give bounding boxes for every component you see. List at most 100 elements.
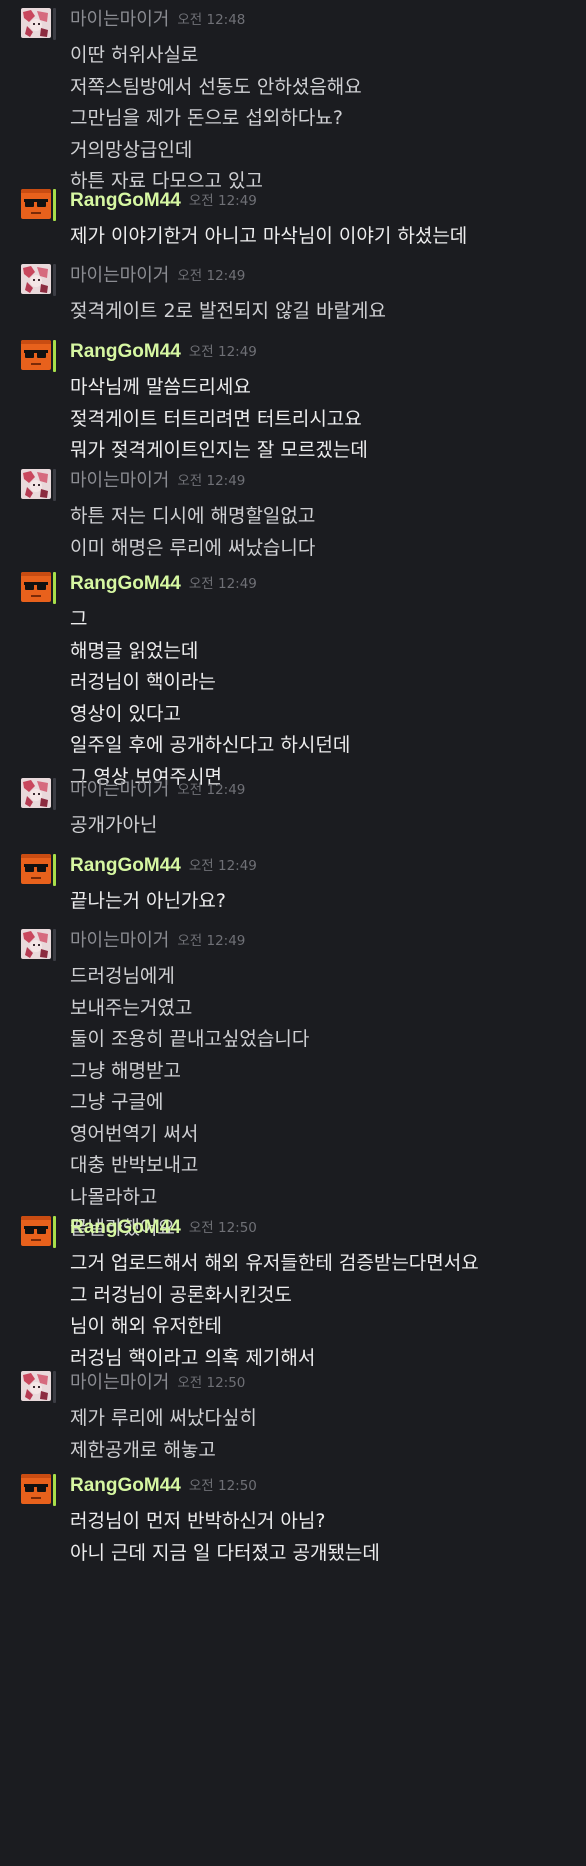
sunglasses-avatar-icon bbox=[21, 572, 51, 602]
message-lines: 이딴 허위사실로저쪽스팀방에서 선동도 안하셨음해요그만님을 제가 돈으로 섭외… bbox=[70, 40, 580, 198]
message-group: RangGoM44 오전 12:49 끝나는거 아닌가요? bbox=[0, 854, 586, 918]
message-line: 하튼 저는 디시에 해명할일없고 bbox=[70, 505, 316, 527]
message-header: 마이는마이거 오전 12:49 bbox=[70, 264, 245, 288]
message-header: RangGoM44 오전 12:50 bbox=[70, 1474, 257, 1498]
sunglasses-avatar-icon bbox=[21, 854, 51, 884]
avatar-accent-bar bbox=[53, 189, 56, 221]
message-line: 젖격게이트 터트리려면 터트리시고요 bbox=[70, 407, 362, 430]
message-lines: 공개가아닌 bbox=[70, 810, 580, 842]
username[interactable]: RangGoM44 bbox=[70, 340, 181, 364]
message-group: RangGoM44 오전 12:50 러겅님이 먼저 반박하신거 아님? 아니 근데 … bbox=[0, 1474, 586, 1569]
message-line: 마삭님께 말씀드리세요 bbox=[70, 376, 251, 398]
message-lines: 러겅님이 먼저 반박하신거 아님? 아니 근데 지금 일 다터졌고 공개됐는데 bbox=[70, 1506, 580, 1569]
message-line: 보내주는거였고 bbox=[70, 996, 193, 1019]
message-line: 둘이 조용히 끝내고싶었습니다 bbox=[70, 1028, 310, 1050]
avatar-accent-bar bbox=[53, 340, 56, 372]
avatar-accent-bar bbox=[53, 572, 56, 604]
message-line: 이딴 허위사실로 bbox=[70, 44, 199, 66]
message-group: 마이는마이거 오전 12:50 제가 루리에 써났다싶히 제한공개로 해놓고 bbox=[0, 1371, 586, 1466]
timestamp: 오전 12:50 bbox=[188, 1220, 257, 1236]
message-lines: 끝나는거 아닌가요? bbox=[70, 886, 580, 918]
message-line: 아니 근데 지금 일 다터졌고 공개됐는데 bbox=[70, 1541, 380, 1564]
username[interactable]: 마이는마이거 bbox=[70, 778, 169, 802]
avatar-accent-bar bbox=[53, 8, 56, 40]
timestamp: 오전 12:48 bbox=[177, 12, 246, 28]
message-header: 마이는마이거 오전 12:50 bbox=[70, 1371, 245, 1395]
avatar-accent-bar bbox=[53, 1371, 56, 1403]
username[interactable]: RangGoM44 bbox=[70, 572, 181, 596]
message-line: 그냥 해명받고 bbox=[70, 1059, 181, 1082]
message-line: 끝나는거 아닌가요? bbox=[70, 890, 226, 912]
message-group: 마이는마이거 오전 12:49 젖격게이트 2로 발전되지 않길 바랄게요 bbox=[0, 264, 586, 328]
message-line: 해명글 읽었는데 bbox=[70, 639, 199, 662]
message-line: 나몰라하고 bbox=[70, 1185, 158, 1208]
message-group: RangGoM44 오전 12:49 그 해명글 읽었는데 러겅님이 핵이라는 영상이 있… bbox=[0, 572, 586, 793]
username[interactable]: 마이는마이거 bbox=[70, 264, 169, 288]
avatar[interactable] bbox=[19, 1216, 58, 1250]
message-line: 제가 이야기한거 아니고 마삭님이 이야기 하셨는데 bbox=[70, 225, 468, 247]
avatar[interactable] bbox=[19, 854, 58, 888]
message-group: RangGoM44 오전 12:50 그거 업로드해서 해외 유저들한테 검증받는다… bbox=[0, 1216, 586, 1374]
username[interactable]: RangGoM44 bbox=[70, 854, 181, 878]
avatar-accent-bar bbox=[53, 854, 56, 886]
timestamp: 오전 12:49 bbox=[177, 933, 246, 949]
timestamp: 오전 12:49 bbox=[188, 193, 257, 209]
message-line: 러겅님 핵이라고 의혹 제기해서 bbox=[70, 1346, 316, 1369]
avatar[interactable] bbox=[19, 778, 58, 812]
timestamp: 오전 12:49 bbox=[177, 268, 246, 284]
avatar[interactable] bbox=[19, 469, 58, 503]
message-lines: 젖격게이트 2로 발전되지 않길 바랄게요 bbox=[70, 296, 580, 328]
anime-girl-avatar-icon bbox=[21, 929, 51, 959]
message-line: 님이 해외 유저한테 bbox=[70, 1315, 222, 1337]
avatar-accent-bar bbox=[53, 264, 56, 296]
username[interactable]: RangGoM44 bbox=[70, 1474, 181, 1498]
message-header: 마이는마이거 오전 12:48 bbox=[70, 8, 245, 32]
message-group: 마이는마이거 오전 12:49 드러겅님에게 보내주는거였고 둘이 조용히 끝내고싶었습… bbox=[0, 929, 586, 1245]
avatar[interactable] bbox=[19, 1474, 58, 1508]
chat-log: 마이는마이거 오전 12:48 이딴 허위사실로저쪽스팀방에서 선동도 안하셨음해요… bbox=[0, 0, 586, 1866]
message-line: 저쪽스팀방에서 선동도 안하셨음해요 bbox=[70, 75, 362, 98]
message-lines: 그거 업로드해서 해외 유저들한테 검증받는다면서요 그 러겅님이 공론화시킨것도… bbox=[70, 1248, 580, 1374]
avatar[interactable] bbox=[19, 264, 58, 298]
username[interactable]: 마이는마이거 bbox=[70, 8, 169, 32]
timestamp: 오전 12:49 bbox=[177, 782, 246, 798]
timestamp: 오전 12:50 bbox=[177, 1375, 246, 1391]
avatar[interactable] bbox=[19, 340, 58, 374]
message-line: 영어번역기 써서 bbox=[70, 1122, 199, 1145]
username[interactable]: 마이는마이거 bbox=[70, 929, 169, 953]
message-line: 공개가아닌 bbox=[70, 814, 158, 836]
sunglasses-avatar-icon bbox=[21, 1216, 51, 1246]
avatar[interactable] bbox=[19, 572, 58, 606]
avatar[interactable] bbox=[19, 929, 58, 963]
message-line: 그만님을 제가 돈으로 섭외하다뇨? bbox=[70, 107, 343, 129]
avatar-accent-bar bbox=[53, 469, 56, 501]
username[interactable]: RangGoM44 bbox=[70, 189, 181, 213]
message-header: 마이는마이거 오전 12:49 bbox=[70, 778, 245, 802]
anime-girl-avatar-icon bbox=[21, 778, 51, 808]
message-line: 이미 해명은 루리에 써났습니다 bbox=[70, 536, 316, 559]
timestamp: 오전 12:49 bbox=[188, 858, 257, 874]
message-line: 러겅님이 먼저 반박하신거 아님? bbox=[70, 1510, 326, 1532]
anime-girl-avatar-icon bbox=[21, 8, 51, 38]
username[interactable]: RangGoM44 bbox=[70, 1216, 181, 1240]
avatar[interactable] bbox=[19, 1371, 58, 1405]
anime-girl-avatar-icon bbox=[21, 1371, 51, 1401]
username[interactable]: 마이는마이거 bbox=[70, 469, 169, 493]
message-lines: 제가 이야기한거 아니고 마삭님이 이야기 하셨는데 bbox=[70, 221, 580, 253]
message-lines: 드러겅님에게 보내주는거였고 둘이 조용히 끝내고싶었습니다 그냥 해명받고 그냥 구글… bbox=[70, 961, 580, 1245]
message-header: RangGoM44 오전 12:49 bbox=[70, 572, 257, 596]
message-group: 마이는마이거 오전 12:48 이딴 허위사실로저쪽스팀방에서 선동도 안하셨음해요… bbox=[0, 8, 586, 198]
message-group: RangGoM44 오전 12:49 제가 이야기한거 아니고 마삭님이 이야기 하… bbox=[0, 189, 586, 253]
message-header: RangGoM44 오전 12:49 bbox=[70, 340, 257, 364]
message-line: 그 러겅님이 공론화시킨것도 bbox=[70, 1283, 292, 1306]
sunglasses-avatar-icon bbox=[21, 189, 51, 219]
message-header: RangGoM44 오전 12:49 bbox=[70, 854, 257, 878]
message-line: 드러겅님에게 bbox=[70, 965, 175, 987]
message-header: 마이는마이거 오전 12:49 bbox=[70, 929, 245, 953]
message-line: 거의망상급인데 bbox=[70, 138, 193, 161]
message-line: 대충 반박보내고 bbox=[70, 1154, 199, 1176]
sunglasses-avatar-icon bbox=[21, 1474, 51, 1504]
username[interactable]: 마이는마이거 bbox=[70, 1371, 169, 1395]
avatar[interactable] bbox=[19, 189, 58, 223]
avatar[interactable] bbox=[19, 8, 58, 42]
